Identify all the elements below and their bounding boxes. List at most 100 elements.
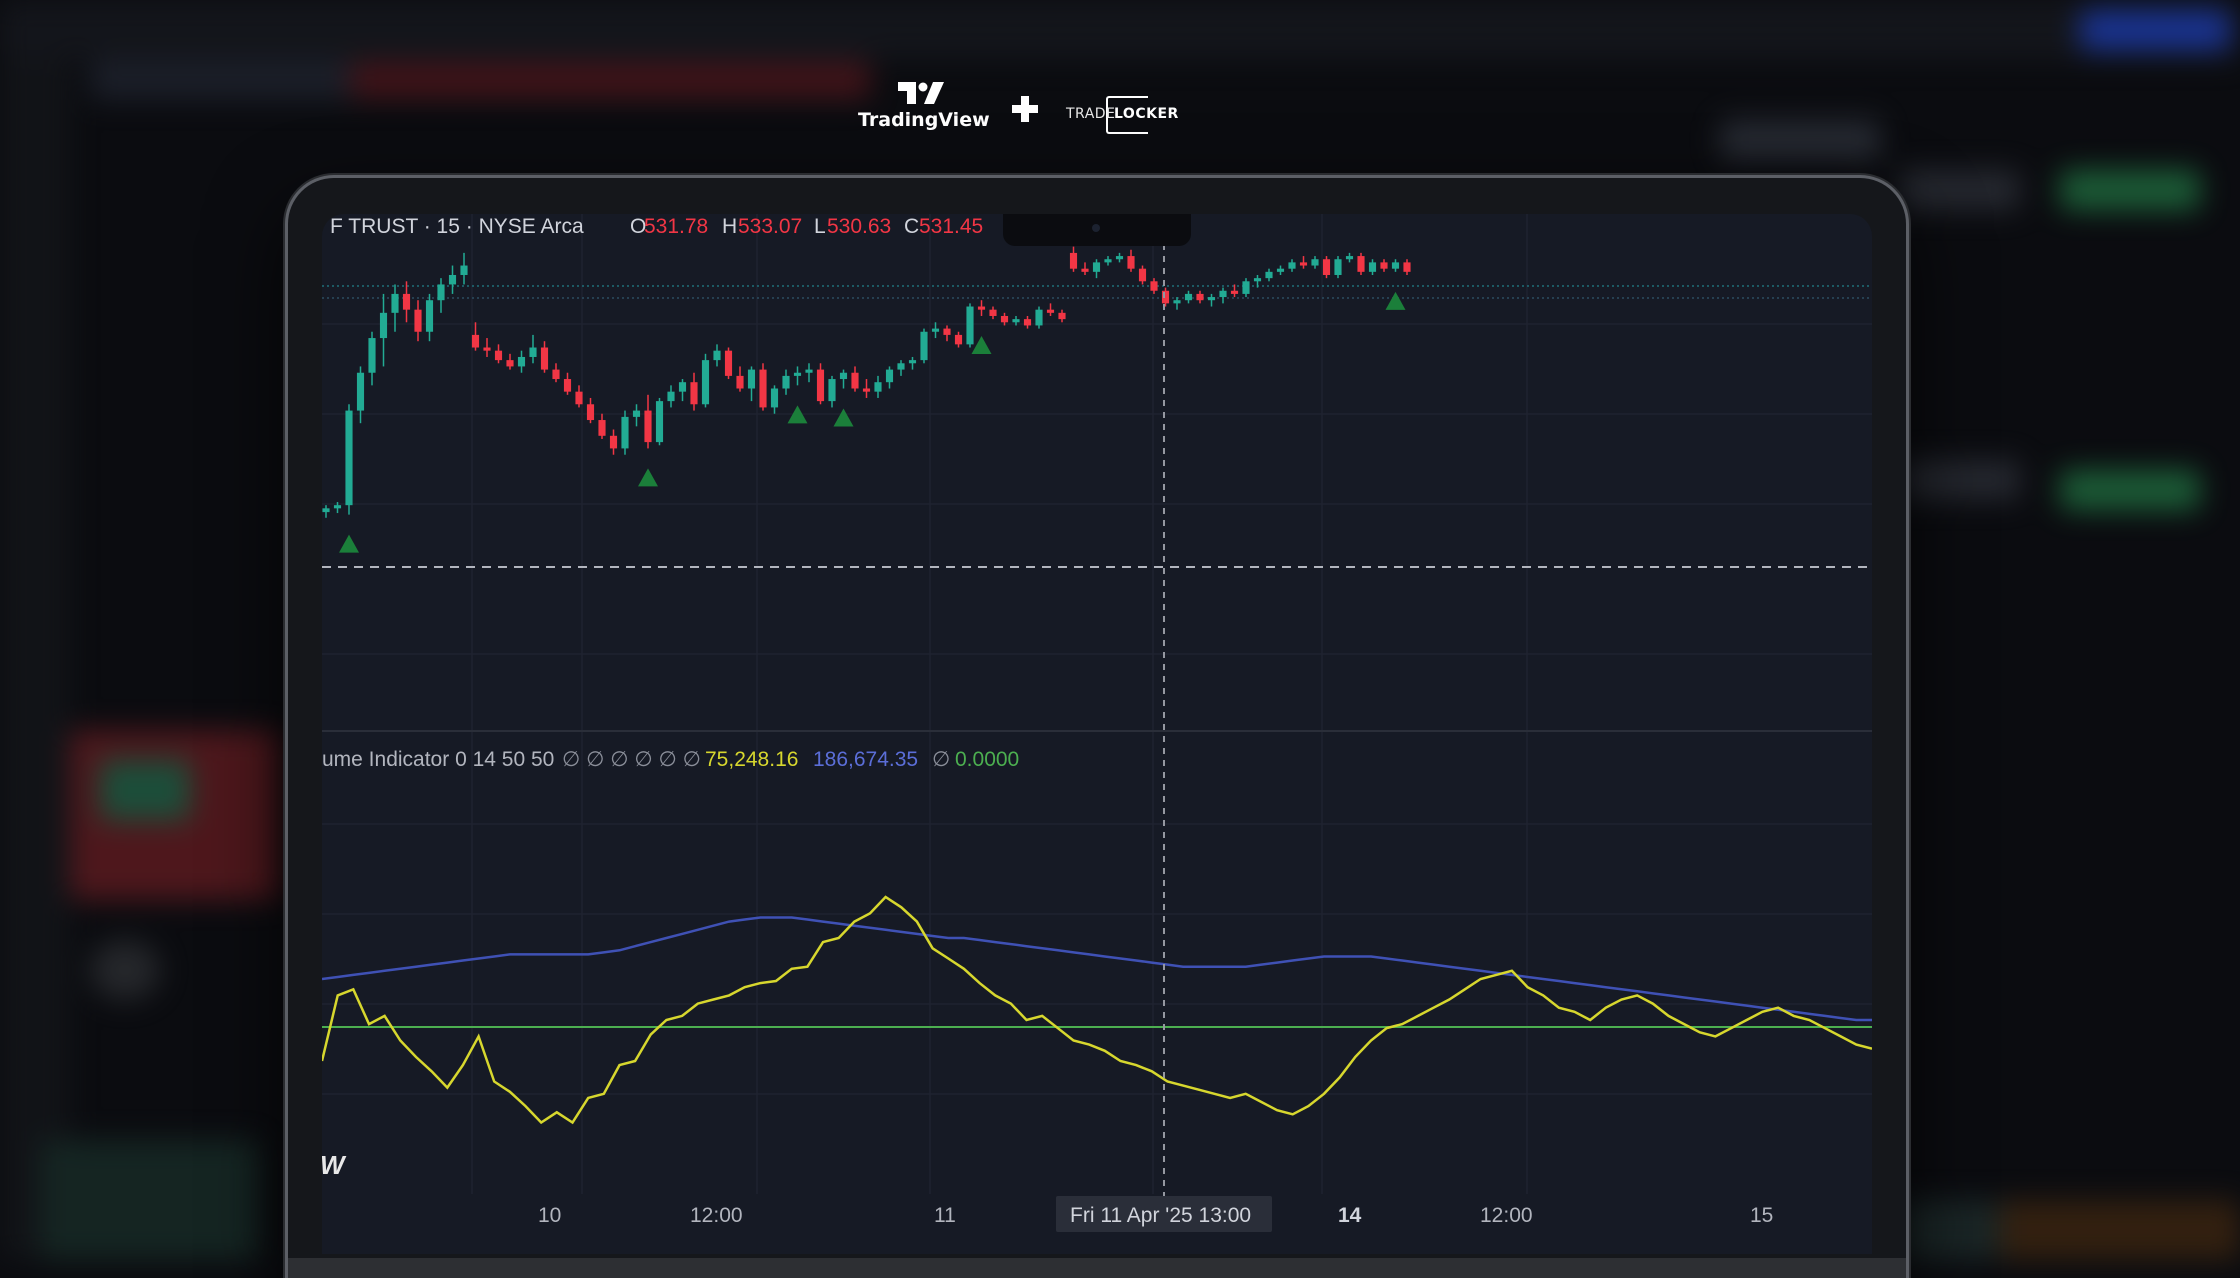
candle [885,366,894,389]
candle-body [954,334,963,345]
candle-body [586,404,595,421]
candle [782,369,790,395]
candle-body [908,360,917,364]
candle [1138,265,1147,285]
candle-body [345,410,353,506]
candle [1391,259,1400,272]
candle [966,303,974,348]
candle [1288,259,1296,272]
candle [736,366,744,392]
time-label-5: 12:00 [1480,1204,1533,1227]
candle [1334,256,1342,279]
candle [1253,274,1262,288]
candle-body [1403,262,1411,272]
candle [690,372,698,411]
candle-body [1311,259,1319,266]
candle-body [1322,259,1331,275]
candle [1058,309,1066,323]
candle [678,379,687,402]
candle-body [1368,262,1377,272]
candle-body [552,369,560,380]
candle [506,353,514,370]
candlestick-series [322,246,1411,518]
candle [1046,303,1055,316]
candle-body [1000,315,1009,323]
time-label-3: 11 [934,1204,956,1227]
candle [655,397,664,446]
signal-marker-triangle [971,335,992,354]
candle [621,410,629,455]
candle-body [529,347,537,357]
candle-body [793,372,802,376]
candle [1184,290,1193,304]
candle-body [885,369,894,383]
candle-body [379,312,388,339]
candle [1023,315,1032,329]
candle [851,366,859,392]
time-label-2: 12:00 [690,1204,743,1227]
candle-body [1184,293,1193,301]
ohlc-high-value: 533.07 [738,215,802,238]
candle [1368,259,1377,275]
signal-marker-triangle [833,408,854,427]
indicator-label[interactable]: ume Indicator 0 14 50 50 [322,748,554,771]
candle-body [851,372,859,389]
candle [1265,268,1273,282]
candle-body [414,309,422,332]
candle-body [402,293,411,310]
candle-body [1219,290,1227,298]
candle-body [460,265,468,275]
candle [345,404,353,515]
screen-notch [1003,214,1191,246]
candle [529,334,537,364]
candle [494,344,503,364]
tradingview-logo: TradingView [858,80,990,138]
candle [414,300,422,342]
candle [816,363,825,405]
ohlc-high-key: H [722,215,737,238]
candle [828,375,836,408]
signal-marker-triangle [1385,291,1406,310]
candle-body [1058,312,1066,320]
candle [483,338,491,357]
candle-body [632,410,641,417]
candle-body [506,360,514,367]
candle-body [943,328,951,335]
laptop-screen: F TRUST · 15 · NYSE Arca O 531.78 H 533.… [322,214,1872,1254]
candle-body [437,284,445,301]
candle [1207,293,1216,307]
candle [552,363,560,383]
candle-body [747,369,756,389]
time-label-6: 15 [1750,1204,1773,1227]
candle-body [897,363,905,370]
candle-body [322,508,330,513]
candle-body [1299,262,1308,266]
candle [1299,256,1308,269]
ohlc-open-value: 531.78 [644,215,708,238]
signal-marker-triangle [638,468,658,487]
candle-body [1173,300,1181,304]
time-label-4: 14 [1338,1204,1362,1227]
price-chart[interactable]: F TRUST · 15 · NYSE Arca O 531.78 H 533.… [322,214,1872,1254]
tradelocker-wordmark-locker: LOCKER [1114,106,1179,122]
candle-body [667,391,675,402]
ohlc-readout: O 531.78 H 533.07 L 530.63 C 531.45 [630,215,983,238]
candle [667,385,675,408]
candle [1345,252,1354,263]
candle-body [920,331,928,361]
candle [747,366,756,402]
candle-body [828,379,836,402]
candle [793,366,802,386]
candle-body [1081,268,1089,272]
candle-body [1092,262,1101,272]
candle-body [517,356,526,367]
candle-body [1196,293,1204,301]
candle-body [1380,262,1388,269]
tradingview-watermark-icon: W [322,1150,347,1180]
candle [379,293,388,367]
candle [1127,249,1135,272]
ohlc-close-value: 531.45 [919,215,983,238]
symbol-label[interactable]: F TRUST · 15 · NYSE Arca [330,215,584,238]
candle-body [759,369,767,408]
candle [402,281,411,323]
